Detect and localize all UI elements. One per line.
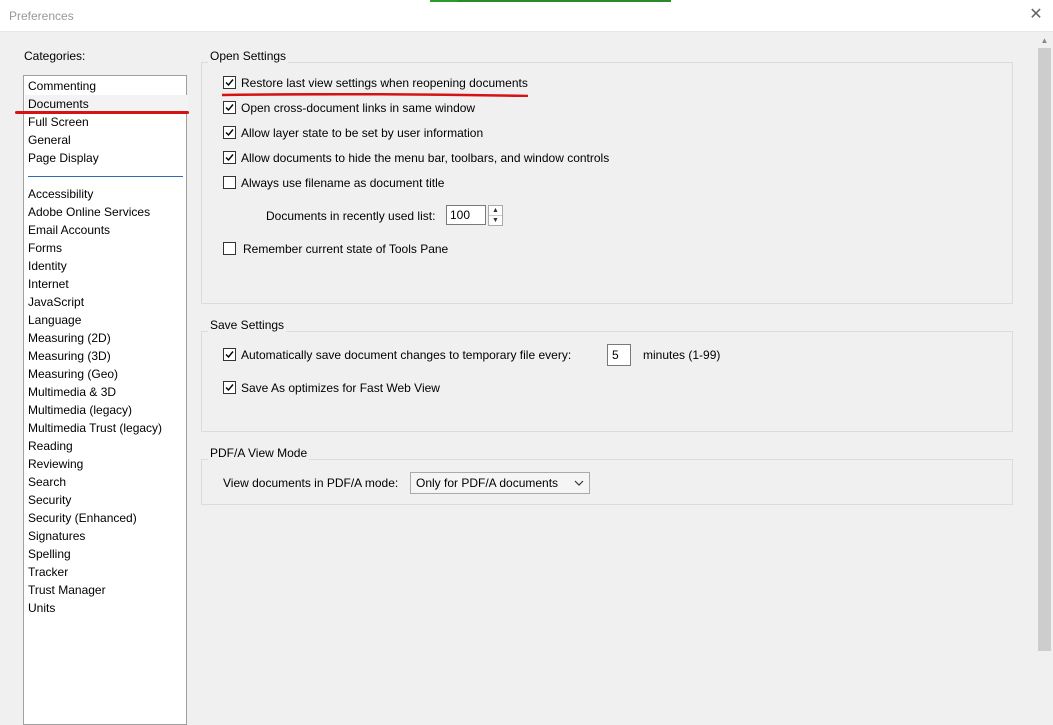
checkmark-icon bbox=[225, 351, 234, 359]
close-icon: ✕ bbox=[1029, 6, 1043, 23]
category-security-enhanced[interactable]: Security (Enhanced) bbox=[28, 509, 137, 527]
checkmark-icon bbox=[225, 104, 234, 112]
pdfa-mode-label: View documents in PDF/A mode: bbox=[223, 476, 399, 490]
title-bar: Preferences ✕ bbox=[0, 0, 1053, 32]
filename-title-label: Always use filename as document title bbox=[241, 176, 445, 190]
restore-view-label: Restore last view settings when reopenin… bbox=[241, 76, 528, 90]
spin-down-icon[interactable]: ▼ bbox=[489, 216, 502, 225]
window-title: Preferences bbox=[9, 9, 74, 23]
checkmark-icon bbox=[225, 384, 234, 392]
category-measuring-2d[interactable]: Measuring (2D) bbox=[28, 329, 111, 347]
tools-pane-option[interactable]: Remember current state of Tools Pane bbox=[223, 240, 448, 258]
hide-menu-option[interactable]: Allow documents to hide the menu bar, to… bbox=[223, 149, 609, 167]
tools-pane-label: Remember current state of Tools Pane bbox=[243, 242, 449, 256]
tools-pane-checkbox[interactable] bbox=[223, 242, 236, 256]
autosave-unit-label: minutes (1-99) bbox=[643, 348, 721, 362]
categories-label: Categories: bbox=[24, 49, 86, 63]
category-reading[interactable]: Reading bbox=[28, 437, 73, 455]
recent-list-label: Documents in recently used list: bbox=[266, 209, 436, 223]
restore-view-option[interactable]: Restore last view settings when reopenin… bbox=[223, 74, 528, 92]
hide-menu-checkbox[interactable] bbox=[223, 151, 236, 165]
chevron-down-icon bbox=[574, 480, 584, 486]
category-multimedia-3d[interactable]: Multimedia & 3D bbox=[28, 383, 116, 401]
category-identity[interactable]: Identity bbox=[28, 257, 67, 275]
category-full-screen[interactable]: Full Screen bbox=[28, 113, 89, 131]
categories-list[interactable]: Commenting Documents Full Screen General… bbox=[23, 75, 188, 725]
open-settings-title: Open Settings bbox=[208, 49, 289, 63]
category-measuring-3d[interactable]: Measuring (3D) bbox=[28, 347, 111, 365]
pdfa-mode-selected: Only for PDF/A documents bbox=[416, 476, 559, 490]
autosave-option[interactable]: Automatically save document changes to t… bbox=[223, 346, 571, 364]
category-security[interactable]: Security bbox=[28, 491, 71, 509]
layer-state-option[interactable]: Allow layer state to be set by user info… bbox=[223, 124, 483, 142]
close-button[interactable]: ✕ bbox=[1025, 5, 1047, 25]
category-accessibility[interactable]: Accessibility bbox=[28, 185, 93, 203]
restore-view-checkbox[interactable] bbox=[223, 76, 236, 90]
category-internet[interactable]: Internet bbox=[28, 275, 69, 293]
category-language[interactable]: Language bbox=[28, 311, 81, 329]
recent-list-spinner[interactable]: ▲ ▼ bbox=[488, 205, 503, 226]
category-multimedia-trust-legacy[interactable]: Multimedia Trust (legacy) bbox=[28, 419, 162, 437]
spin-up-icon[interactable]: ▲ bbox=[489, 206, 502, 216]
pdfa-title: PDF/A View Mode bbox=[208, 446, 310, 460]
category-tracker[interactable]: Tracker bbox=[28, 563, 68, 581]
category-separator bbox=[28, 176, 183, 177]
vertical-scrollbar[interactable]: ▲ bbox=[1036, 32, 1053, 719]
category-search[interactable]: Search bbox=[28, 473, 66, 491]
category-javascript[interactable]: JavaScript bbox=[28, 293, 84, 311]
fast-web-checkbox[interactable] bbox=[223, 381, 236, 395]
scrollbar-thumb[interactable] bbox=[1038, 48, 1051, 651]
save-settings-title: Save Settings bbox=[208, 318, 287, 332]
autosave-checkbox[interactable] bbox=[223, 348, 236, 362]
cross-doc-links-label: Open cross-document links in same window bbox=[241, 101, 476, 115]
layer-state-checkbox[interactable] bbox=[223, 126, 236, 140]
hide-menu-label: Allow documents to hide the menu bar, to… bbox=[241, 151, 610, 165]
cross-doc-links-option[interactable]: Open cross-document links in same window bbox=[223, 99, 475, 117]
autosave-label: Automatically save document changes to t… bbox=[241, 348, 572, 362]
category-trust-manager[interactable]: Trust Manager bbox=[28, 581, 106, 599]
checkmark-icon bbox=[225, 79, 234, 87]
red-annotation-underline-documents bbox=[15, 111, 189, 114]
fast-web-label: Save As optimizes for Fast Web View bbox=[241, 381, 440, 395]
layer-state-label: Allow layer state to be set by user info… bbox=[241, 126, 484, 140]
category-adobe-online-services[interactable]: Adobe Online Services bbox=[28, 203, 150, 221]
category-spelling[interactable]: Spelling bbox=[28, 545, 71, 563]
window-accent-bar-highlight bbox=[430, 0, 458, 2]
category-units[interactable]: Units bbox=[28, 599, 55, 617]
checkmark-icon bbox=[225, 154, 234, 162]
recent-list-input[interactable]: 100 bbox=[446, 205, 486, 225]
filename-title-option[interactable]: Always use filename as document title bbox=[223, 174, 444, 192]
category-reviewing[interactable]: Reviewing bbox=[28, 455, 83, 473]
filename-title-checkbox[interactable] bbox=[223, 176, 236, 190]
scroll-up-icon[interactable]: ▲ bbox=[1040, 36, 1049, 45]
category-forms[interactable]: Forms bbox=[28, 239, 62, 257]
cross-doc-links-checkbox[interactable] bbox=[223, 101, 236, 115]
category-page-display[interactable]: Page Display bbox=[28, 149, 99, 167]
category-commenting[interactable]: Commenting bbox=[28, 77, 96, 95]
fast-web-option[interactable]: Save As optimizes for Fast Web View bbox=[223, 379, 440, 397]
category-multimedia-legacy[interactable]: Multimedia (legacy) bbox=[28, 401, 132, 419]
category-measuring-geo[interactable]: Measuring (Geo) bbox=[28, 365, 118, 383]
pdfa-mode-dropdown[interactable]: Only for PDF/A documents bbox=[410, 472, 590, 494]
window-accent-bar bbox=[430, 0, 671, 2]
red-annotation-underline-restore bbox=[222, 93, 528, 97]
category-email-accounts[interactable]: Email Accounts bbox=[28, 221, 110, 239]
category-signatures[interactable]: Signatures bbox=[28, 527, 85, 545]
checkmark-icon bbox=[225, 129, 234, 137]
category-general[interactable]: General bbox=[28, 131, 71, 149]
autosave-minutes-input[interactable]: 5 bbox=[607, 344, 631, 366]
